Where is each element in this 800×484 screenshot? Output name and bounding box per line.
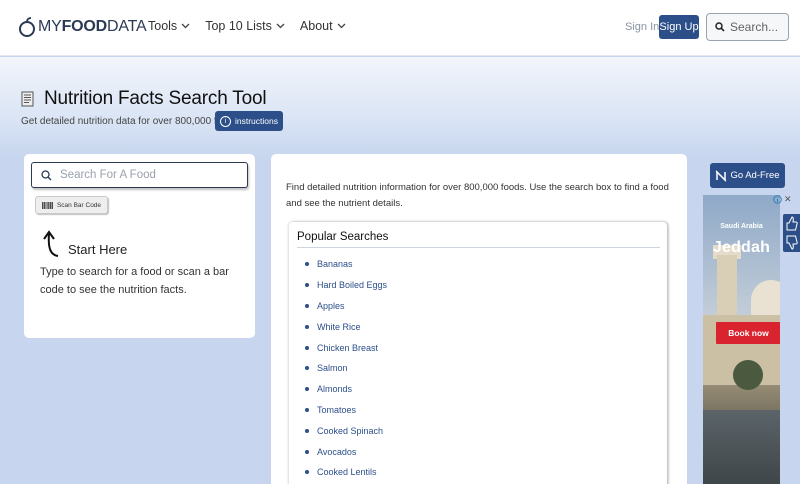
header-search-input[interactable]: Search... — [706, 13, 789, 41]
chevron-down-icon — [181, 23, 190, 29]
main-nav: Tools Top 10 Lists About — [148, 19, 346, 33]
popular-searches-list: Bananas Hard Boiled Eggs Apples White Ri… — [305, 254, 387, 483]
ad-feedback-tab[interactable] — [783, 214, 800, 252]
popular-search-link[interactable]: White Rice — [305, 316, 387, 337]
popular-search-link[interactable]: Chicken Breast — [305, 337, 387, 358]
popular-search-link[interactable]: Avocados — [305, 441, 387, 462]
apple-logo-icon — [19, 17, 35, 37]
go-ad-free-label: Go Ad-Free — [730, 170, 780, 181]
search-icon — [715, 22, 725, 32]
popular-search-link[interactable]: Cooked Spinach — [305, 420, 387, 441]
go-ad-free-button[interactable]: Go Ad-Free — [710, 163, 785, 188]
header-search-placeholder: Search... — [730, 20, 779, 34]
barcode-icon — [42, 201, 53, 209]
advertisement-banner[interactable]: Saudi Arabia Jeddah Book now — [703, 195, 780, 484]
popular-search-link[interactable]: Cooked Lentils — [305, 462, 387, 483]
popular-search-link[interactable]: Salmon — [305, 358, 387, 379]
sign-up-button[interactable]: Sign Up — [659, 15, 699, 39]
main-description: Find detailed nutrition information for … — [286, 182, 669, 209]
logo-text: MYFOODDATA — [38, 18, 147, 35]
chevron-down-icon — [276, 23, 285, 29]
top-navbar: MYFOODDATA Tools Top 10 Lists About Sign… — [0, 0, 800, 56]
food-search-input[interactable]: Search For A Food — [31, 162, 248, 188]
nav-top-10-label: Top 10 Lists — [205, 19, 272, 33]
scan-bar-code-button[interactable]: Scan Bar Code — [35, 196, 108, 214]
ad-dome — [751, 280, 780, 320]
nav-about[interactable]: About — [300, 19, 346, 33]
popular-search-link[interactable]: Apples — [305, 296, 387, 317]
nav-top-10-lists[interactable]: Top 10 Lists — [205, 19, 285, 33]
popular-searches-heading: Popular Searches — [297, 231, 660, 248]
page-title-row: Nutrition Facts Search Tool — [21, 88, 267, 110]
main-content-card: Find detailed nutrition information for … — [271, 154, 687, 484]
ad-region: Saudi Arabia — [720, 223, 763, 230]
popular-search-link[interactable]: Bananas — [305, 254, 387, 275]
start-here-description: Type to search for a food or scan a bar … — [40, 266, 229, 296]
info-icon: i — [220, 115, 231, 127]
ad-info-icon[interactable] — [773, 195, 782, 204]
curved-arrow-icon — [43, 230, 59, 257]
ad-city: Jeddah — [712, 239, 771, 256]
sign-in-link[interactable]: Sign In — [625, 21, 659, 33]
page-subtitle: Get detailed nutrition data for over 800… — [21, 116, 242, 127]
site-logo[interactable]: MYFOODDATA — [18, 15, 147, 39]
popular-searches-box: Popular Searches Bananas Hard Boiled Egg… — [289, 222, 667, 484]
ad-book-now-button[interactable]: Book now — [716, 322, 780, 344]
scan-bar-code-label: Scan Bar Code — [56, 201, 102, 209]
page-title: Nutrition Facts Search Tool — [44, 88, 267, 109]
ad-palm — [733, 360, 763, 390]
nav-about-label: About — [299, 19, 333, 33]
search-icon — [41, 169, 52, 180]
no-ads-icon — [716, 169, 727, 182]
ad-water — [703, 410, 780, 484]
chevron-down-icon — [337, 23, 346, 29]
popular-search-link[interactable]: Tomatoes — [305, 400, 387, 421]
instructions-button[interactable]: i instructions — [215, 111, 283, 131]
popular-search-link[interactable]: Almonds — [305, 379, 387, 400]
food-search-placeholder: Search For A Food — [60, 169, 156, 181]
popular-search-link[interactable]: Hard Boiled Eggs — [305, 275, 387, 296]
ad-close-icon[interactable]: ✕ — [784, 195, 793, 204]
instructions-label: instructions — [235, 116, 278, 126]
nutrition-label-icon — [21, 91, 34, 107]
thumbs-up-down-icon — [786, 216, 798, 250]
nav-tools-label: Tools — [148, 19, 178, 33]
start-here-heading: Start Here — [68, 242, 128, 257]
food-search-card: Search For A Food Scan Bar Code Start He… — [24, 154, 255, 338]
nav-tools[interactable]: Tools — [148, 19, 190, 33]
